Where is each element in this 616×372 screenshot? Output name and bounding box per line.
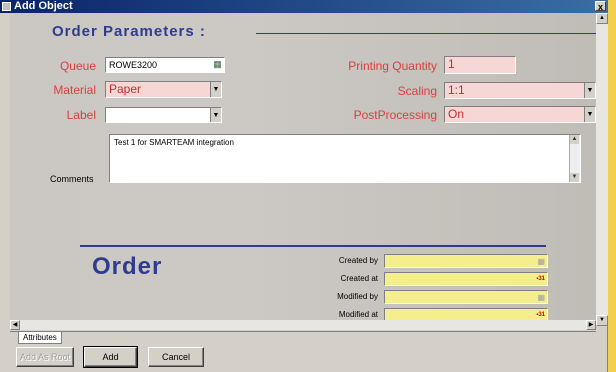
comments-scrollbar[interactable]: ▲ ▼ (569, 135, 580, 182)
material-label: Material (53, 83, 96, 97)
postprocessing-select[interactable]: On ▼ (444, 106, 596, 123)
postprocessing-label: PostProcessing (353, 108, 437, 122)
scroll-up-icon[interactable]: ▲ (570, 135, 579, 144)
scaling-label: Scaling (397, 84, 437, 98)
comments-textarea[interactable]: Test 1 for SMARTEAM integration ▲ ▼ (109, 134, 581, 183)
modified-by-field[interactable]: ▦ (384, 290, 548, 304)
label-select[interactable]: ▼ (105, 107, 222, 123)
app-icon (2, 2, 11, 11)
section-divider (256, 33, 596, 34)
scroll-right-icon[interactable]: ▶ (586, 320, 596, 330)
grid-picker-icon[interactable]: ▦ (537, 256, 545, 267)
section-title-order-parameters: Order Parameters : (52, 23, 206, 40)
created-by-label: Created by (338, 256, 378, 265)
scroll-up-icon[interactable]: ▲ (596, 13, 608, 24)
chevron-down-icon[interactable]: ▼ (584, 83, 595, 98)
scroll-left-icon[interactable]: ◀ (10, 320, 20, 330)
tab-strip: Attributes (10, 331, 596, 345)
grid-picker-icon[interactable]: ▦ (213, 60, 222, 69)
cancel-button[interactable]: Cancel (148, 347, 204, 367)
grid-picker-icon[interactable]: ▦ (537, 292, 545, 303)
created-at-label: Created at (340, 274, 378, 283)
comments-label: Comments (50, 174, 94, 184)
tab-attributes[interactable]: Attributes (18, 332, 62, 344)
add-object-window: Add Object x Order Parameters : Queue RO… (0, 0, 608, 372)
close-icon[interactable]: x (595, 1, 606, 12)
label-label: Label (66, 108, 96, 122)
modified-at-label: Modified at (338, 310, 378, 319)
comments-value: Test 1 for SMARTEAM integration (114, 138, 234, 147)
window-title: Add Object (14, 0, 73, 12)
chevron-down-icon[interactable]: ▼ (210, 108, 221, 122)
add-button[interactable]: Add (83, 346, 138, 368)
material-value: Paper (109, 82, 142, 96)
scaling-select[interactable]: 1:1 ▼ (444, 82, 596, 99)
scroll-down-icon[interactable]: ▼ (570, 173, 579, 182)
printing-quantity-field[interactable]: 1 (444, 56, 516, 74)
vertical-scrollbar[interactable]: ▲ ▼ (596, 13, 608, 326)
horizontal-scrollbar[interactable]: ◀ ▶ (10, 320, 596, 330)
modified-by-label: Modified by (337, 292, 378, 301)
calendar-icon[interactable]: ▪31 (536, 310, 545, 320)
scroll-down-icon[interactable]: ▼ (596, 315, 608, 326)
scaling-value: 1:1 (448, 83, 465, 97)
chevron-down-icon[interactable]: ▼ (584, 107, 595, 122)
order-section-title: Order (92, 253, 163, 280)
created-at-field[interactable]: ▪31 (384, 272, 548, 286)
title-bar[interactable]: Add Object x (0, 0, 608, 13)
add-as-root-button[interactable]: Add As Root (16, 347, 74, 367)
queue-label: Queue (59, 59, 96, 73)
postprocessing-value: On (448, 107, 465, 121)
chevron-down-icon[interactable]: ▼ (210, 82, 221, 97)
printing-quantity-label: Printing Quantity (348, 59, 437, 73)
order-form-panel: Order Parameters : Queue ROWE3200 ▦ Mate… (10, 13, 596, 326)
created-by-field[interactable]: ▦ (384, 254, 548, 268)
material-select[interactable]: Paper ▼ (105, 81, 222, 98)
queue-value: ROWE3200 (109, 60, 158, 70)
calendar-icon[interactable]: ▪31 (536, 274, 545, 284)
order-divider (80, 245, 546, 247)
queue-field[interactable]: ROWE3200 ▦ (105, 57, 225, 73)
